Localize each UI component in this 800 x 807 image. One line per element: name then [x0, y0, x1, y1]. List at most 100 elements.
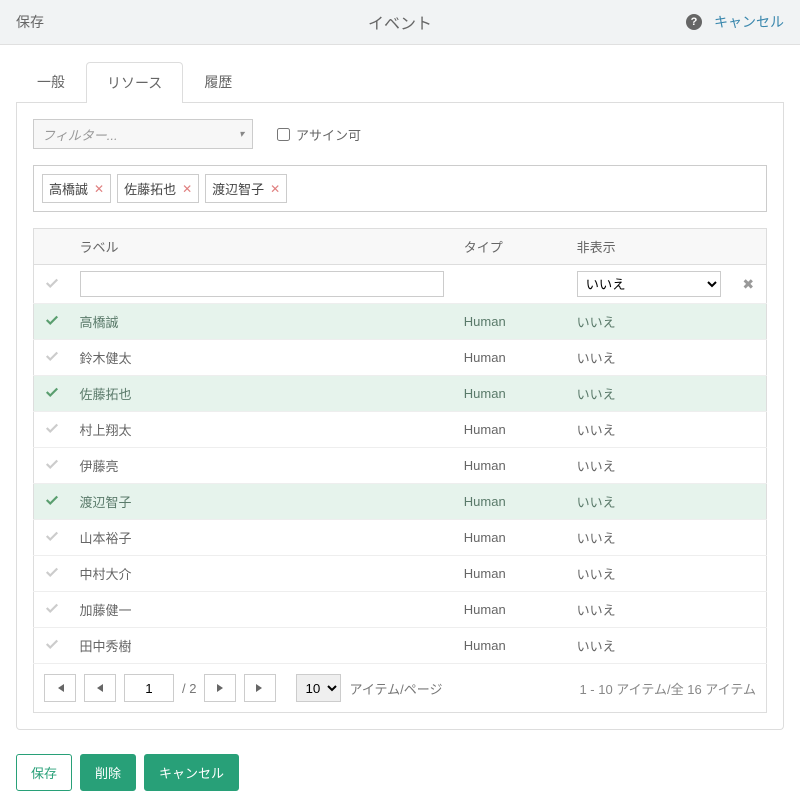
tab-history[interactable]: 履歴	[183, 61, 253, 102]
row-check[interactable]	[34, 628, 70, 664]
table-row[interactable]: 村上翔太Humanいいえ	[34, 412, 767, 448]
pager-perpage-label: アイテム/ページ	[349, 679, 442, 698]
row-type: Human	[454, 484, 567, 520]
assignable-input[interactable]	[277, 128, 290, 141]
tag-label: 高橋誠	[49, 179, 88, 198]
row-hidden: いいえ	[567, 448, 731, 484]
row-hidden: いいえ	[567, 592, 731, 628]
row-hidden: いいえ	[567, 628, 731, 664]
row-label: 伊藤亮	[70, 448, 454, 484]
pager: / 2 10 アイテム/ページ 1 - 10 アイテム/全 16 アイテム	[33, 664, 767, 713]
row-check[interactable]	[34, 304, 70, 340]
tabs: 一般 リソース 履歴	[16, 61, 784, 103]
pager-current-input[interactable]	[124, 674, 174, 702]
pager-summary: 1 - 10 アイテム/全 16 アイテム	[579, 679, 756, 698]
label-filter-input[interactable]	[80, 271, 444, 297]
row-check[interactable]	[34, 520, 70, 556]
row-type: Human	[454, 520, 567, 556]
row-label: 佐藤拓也	[70, 376, 454, 412]
tag-label: 渡辺智子	[212, 179, 264, 198]
table-row[interactable]: 伊藤亮Humanいいえ	[34, 448, 767, 484]
row-label: 渡辺智子	[70, 484, 454, 520]
pager-total: / 2	[182, 681, 196, 696]
help-icon[interactable]: ?	[686, 14, 702, 30]
pager-first-icon[interactable]	[44, 674, 76, 702]
col-clear-header	[731, 229, 767, 265]
pager-prev-icon[interactable]	[84, 674, 116, 702]
row-type: Human	[454, 412, 567, 448]
row-spacer	[731, 376, 767, 412]
save-button[interactable]: 保存	[16, 754, 72, 791]
row-check[interactable]	[34, 340, 70, 376]
row-check[interactable]	[34, 448, 70, 484]
row-check[interactable]	[34, 376, 70, 412]
row-label: 鈴木健太	[70, 340, 454, 376]
table-row[interactable]: 渡辺智子Humanいいえ	[34, 484, 767, 520]
table-row[interactable]: 佐藤拓也Humanいいえ	[34, 376, 767, 412]
tag: 佐藤拓也 ✕	[117, 174, 199, 203]
row-hidden: いいえ	[567, 340, 731, 376]
row-spacer	[731, 412, 767, 448]
table-row[interactable]: 加藤健一Humanいいえ	[34, 592, 767, 628]
row-spacer	[731, 628, 767, 664]
row-spacer	[731, 484, 767, 520]
delete-button[interactable]: 削除	[80, 754, 136, 791]
row-label: 村上翔太	[70, 412, 454, 448]
col-label-header[interactable]: ラベル	[70, 229, 454, 265]
clear-filters-icon[interactable]: ✖	[731, 265, 767, 304]
hidden-filter-select[interactable]: いいえ	[577, 271, 721, 297]
save-link[interactable]: 保存	[16, 12, 44, 32]
tag: 高橋誠 ✕	[42, 174, 111, 203]
row-spacer	[731, 520, 767, 556]
tag-remove-icon[interactable]: ✕	[182, 182, 192, 196]
pager-last-icon[interactable]	[244, 674, 276, 702]
row-check[interactable]	[34, 592, 70, 628]
row-hidden: いいえ	[567, 412, 731, 448]
row-check[interactable]	[34, 484, 70, 520]
select-all-check[interactable]	[34, 265, 70, 304]
filter-select[interactable]: フィルター... ▾	[33, 119, 253, 149]
row-hidden: いいえ	[567, 520, 731, 556]
cancel-link[interactable]: キャンセル	[714, 12, 784, 32]
row-label: 高橋誠	[70, 304, 454, 340]
row-hidden: いいえ	[567, 376, 731, 412]
row-type: Human	[454, 592, 567, 628]
pager-next-icon[interactable]	[204, 674, 236, 702]
table-row[interactable]: 鈴木健太Humanいいえ	[34, 340, 767, 376]
row-type: Human	[454, 628, 567, 664]
tab-general[interactable]: 一般	[16, 61, 86, 102]
table-row[interactable]: 高橋誠Humanいいえ	[34, 304, 767, 340]
row-hidden: いいえ	[567, 556, 731, 592]
tag-label: 佐藤拓也	[124, 179, 176, 198]
row-label: 中村大介	[70, 556, 454, 592]
row-spacer	[731, 556, 767, 592]
tag-remove-icon[interactable]: ✕	[94, 182, 104, 196]
cancel-button[interactable]: キャンセル	[144, 754, 239, 791]
col-check-header	[34, 229, 70, 265]
row-type: Human	[454, 376, 567, 412]
row-type: Human	[454, 556, 567, 592]
table-row[interactable]: 中村大介Humanいいえ	[34, 556, 767, 592]
tab-resources[interactable]: リソース	[86, 62, 183, 103]
assignable-checkbox[interactable]: アサイン可	[277, 125, 361, 144]
chevron-down-icon: ▾	[239, 129, 244, 140]
row-spacer	[731, 304, 767, 340]
row-type: Human	[454, 340, 567, 376]
table-row[interactable]: 山本裕子Humanいいえ	[34, 520, 767, 556]
tag: 渡辺智子 ✕	[205, 174, 287, 203]
row-label: 田中秀樹	[70, 628, 454, 664]
row-label: 加藤健一	[70, 592, 454, 628]
resource-table: ラベル タイプ 非表示 いいえ ✖	[33, 228, 767, 664]
row-spacer	[731, 448, 767, 484]
table-row[interactable]: 田中秀樹Humanいいえ	[34, 628, 767, 664]
col-hidden-header[interactable]: 非表示	[567, 229, 731, 265]
assignable-label: アサイン可	[296, 125, 361, 144]
tag-remove-icon[interactable]: ✕	[270, 182, 280, 196]
pager-perpage-select[interactable]: 10	[296, 674, 341, 702]
row-check[interactable]	[34, 412, 70, 448]
row-check[interactable]	[34, 556, 70, 592]
col-type-header[interactable]: タイプ	[454, 229, 567, 265]
page-title: イベント	[368, 10, 432, 34]
row-type: Human	[454, 304, 567, 340]
row-spacer	[731, 592, 767, 628]
